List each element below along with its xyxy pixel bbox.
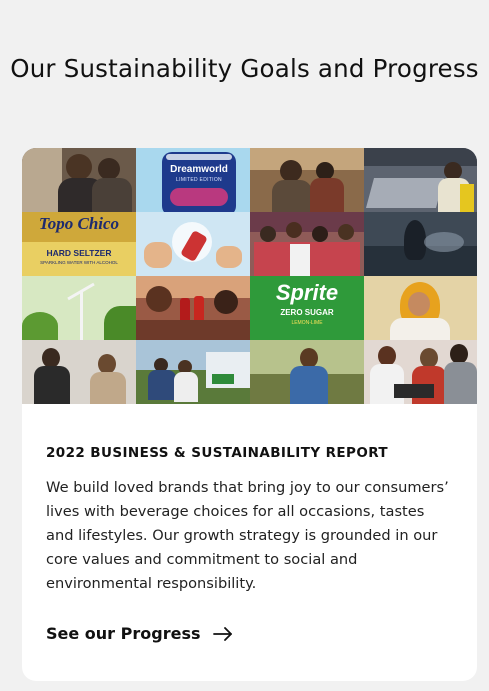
photo-recycling-facility — [364, 148, 477, 212]
photo-crowd-celebration — [250, 212, 364, 276]
photo-orchard-worker — [250, 340, 364, 404]
report-title: 2022 BUSINESS & SUSTAINABILITY REPORT — [46, 445, 388, 461]
report-card: Dreamworld LIMITED EDITION Topo Chico HA… — [22, 148, 477, 681]
sprite-flavor-label: LEMON-LIME — [291, 320, 323, 326]
photo-wind-turbine-leaves — [22, 276, 136, 340]
photo-colleagues-laptop — [364, 340, 477, 404]
photo-dreamworld-can: Dreamworld LIMITED EDITION — [136, 148, 250, 212]
sprite-brand-label: Sprite — [275, 280, 339, 305]
see-progress-link[interactable]: See our Progress — [46, 624, 233, 643]
photo-woman-hijab — [364, 276, 477, 340]
photo-dark-water — [364, 212, 477, 276]
report-description: We build loved brands that bring joy to … — [46, 479, 449, 592]
topo-chico-product-label: HARD SELTZER — [46, 248, 112, 258]
dreamworld-sub-label: LIMITED EDITION — [176, 177, 222, 183]
dreamworld-label: Dreamworld — [170, 164, 228, 175]
card-body: 2022 BUSINESS & SUSTAINABILITY REPORT We… — [46, 444, 456, 596]
photo-bottle-splash — [136, 212, 250, 276]
photo-people-market — [250, 148, 364, 212]
topo-chico-brand-label: Topo Chico — [38, 214, 120, 233]
photo-people-outdoors — [136, 340, 250, 404]
photo-mosaic: Dreamworld LIMITED EDITION Topo Chico HA… — [22, 148, 477, 404]
sprite-sub-label: ZERO SUGAR — [280, 308, 334, 317]
photo-sprite-can: Sprite ZERO SUGAR LEMON-LIME — [250, 276, 364, 340]
topo-chico-sub-label: SPARKLING WATER WITH ALCOHOL — [40, 260, 118, 265]
page-title: Our Sustainability Goals and Progress — [10, 54, 479, 83]
see-progress-label: See our Progress — [46, 624, 201, 643]
photo-topo-chico-can: Topo Chico HARD SELTZER SPARKLING WATER … — [22, 212, 136, 276]
photo-people-street — [22, 148, 136, 212]
photo-friends-toast — [136, 276, 250, 340]
photo-office-meeting — [22, 340, 136, 404]
arrow-right-icon — [212, 626, 233, 641]
